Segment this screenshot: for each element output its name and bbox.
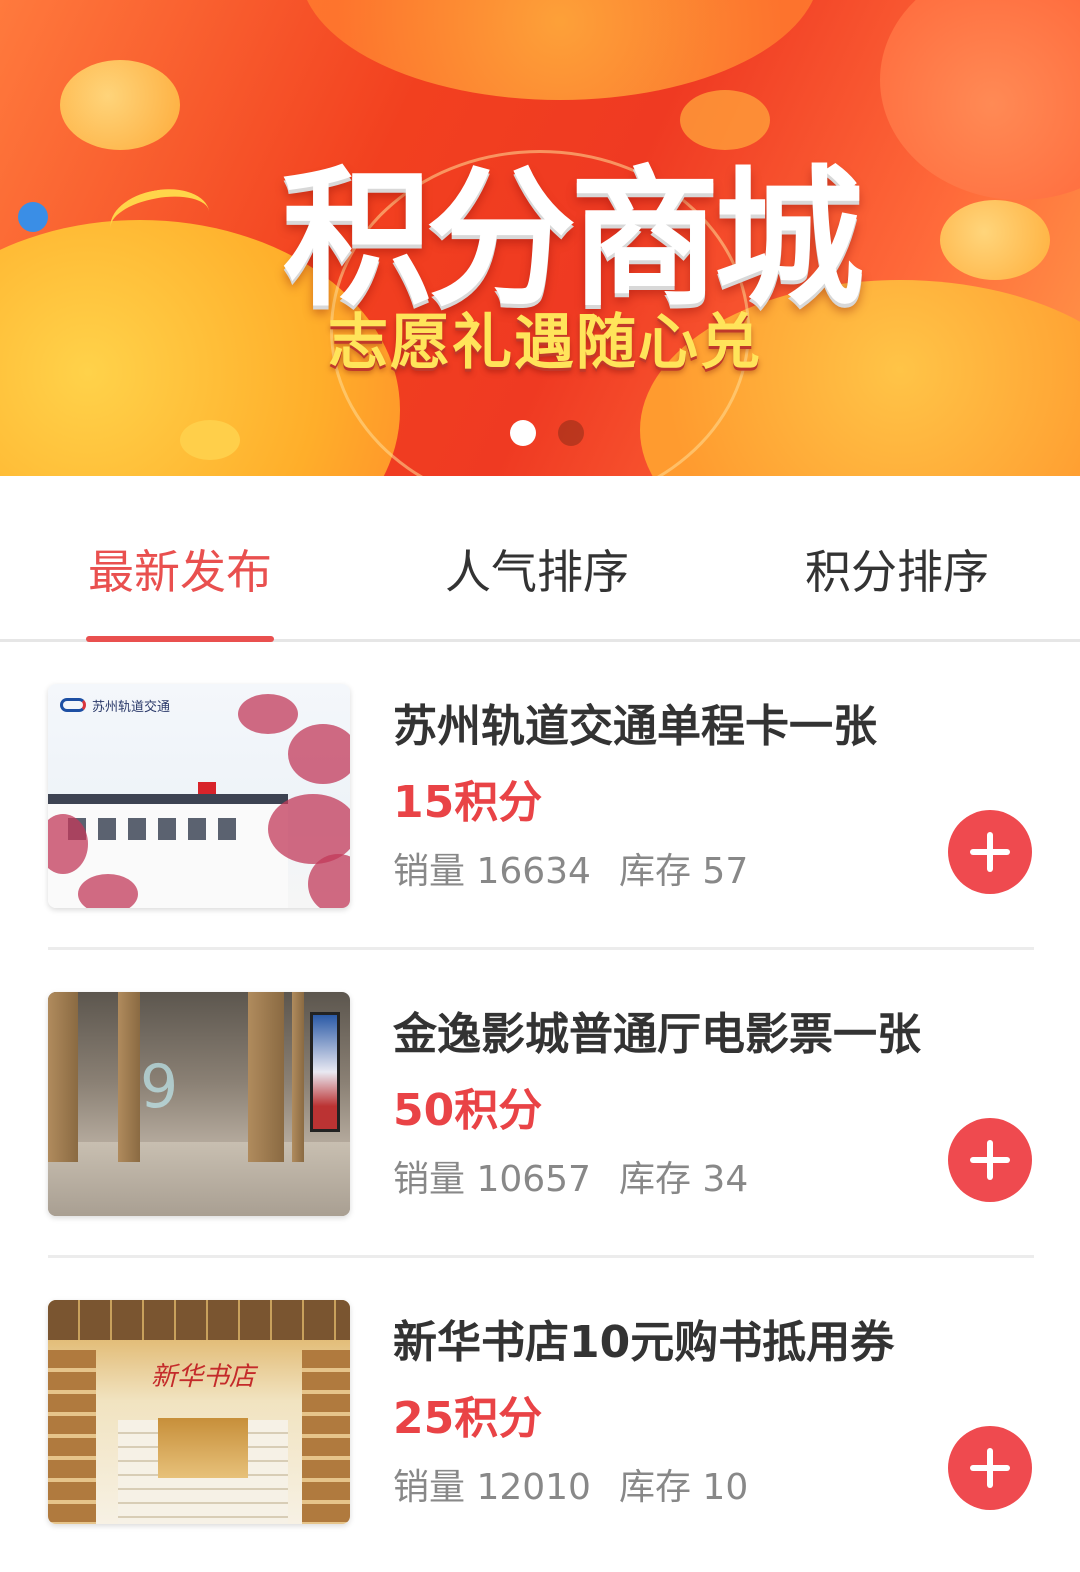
thumb-logo-text: 苏州轨道交通 bbox=[92, 700, 171, 715]
product-item[interactable]: 苏州轨道交通 苏州轨道交通单程卡一张 15积分 销量 16634 库存 57 bbox=[0, 642, 1080, 950]
carousel-indicator bbox=[0, 420, 1080, 448]
product-image-bookstore: 新华书店 bbox=[48, 1300, 350, 1524]
plus-icon bbox=[987, 1448, 993, 1488]
carousel-dot-active[interactable] bbox=[510, 420, 536, 446]
poster-graphic bbox=[310, 1012, 340, 1132]
product-points: 50积分 bbox=[393, 1085, 543, 1136]
tab-points[interactable]: 积分排序 bbox=[805, 536, 989, 616]
floor-graphic bbox=[48, 1142, 350, 1216]
stock-count: 库存 34 bbox=[618, 1159, 749, 1200]
product-points: 15积分 bbox=[393, 777, 543, 828]
tab-popular[interactable]: 人气排序 bbox=[445, 536, 629, 616]
hall-number-graphic: 9 bbox=[140, 1052, 179, 1122]
sales-count: 销量 10657 bbox=[393, 1159, 591, 1200]
stock-count: 库存 57 bbox=[618, 851, 749, 892]
product-name[interactable]: 苏州轨道交通单程卡一张 bbox=[393, 690, 877, 754]
store-sign: 新华书店 bbox=[150, 1362, 255, 1392]
product-name[interactable]: 新华书店10元购书抵用券 bbox=[393, 1306, 894, 1370]
metro-logo-icon bbox=[60, 698, 86, 712]
sort-tabs: 最新发布 人气排序 积分排序 bbox=[0, 476, 1080, 642]
stock-count: 库存 10 bbox=[618, 1467, 749, 1508]
carousel-dot[interactable] bbox=[558, 420, 584, 446]
product-meta: 销量 10657 库存 34 bbox=[393, 1150, 776, 1202]
door-graphic bbox=[158, 1418, 248, 1478]
add-to-cart-button[interactable] bbox=[948, 1118, 1032, 1202]
sales-count: 销量 12010 bbox=[393, 1467, 591, 1508]
product-item[interactable]: 9 金逸影城普通厅电影票一张 50积分 销量 10657 库存 34 bbox=[0, 950, 1080, 1258]
sales-count: 销量 16634 bbox=[393, 851, 591, 892]
product-image-cinema: 9 bbox=[48, 992, 350, 1216]
plus-icon bbox=[987, 1140, 993, 1180]
ceiling-graphic bbox=[48, 1300, 350, 1340]
banner-decoration bbox=[300, 0, 820, 100]
product-points: 25积分 bbox=[393, 1393, 543, 1444]
tab-latest[interactable]: 最新发布 bbox=[88, 536, 272, 616]
banner-subtitle: 志愿礼遇随心兑 bbox=[328, 308, 762, 378]
product-meta: 销量 16634 库存 57 bbox=[393, 842, 776, 894]
promo-banner[interactable]: 积分商城 志愿礼遇随心兑 bbox=[0, 0, 1080, 476]
product-image-metro-card: 苏州轨道交通 bbox=[48, 684, 350, 908]
plus-icon bbox=[987, 832, 993, 872]
flag-icon bbox=[198, 782, 216, 794]
product-meta: 销量 12010 库存 10 bbox=[393, 1458, 776, 1510]
product-name[interactable]: 金逸影城普通厅电影票一张 bbox=[393, 998, 921, 1062]
add-to-cart-button[interactable] bbox=[948, 810, 1032, 894]
add-to-cart-button[interactable] bbox=[948, 1426, 1032, 1510]
product-item[interactable]: 新华书店 新华书店10元购书抵用券 25积分 销量 12010 库存 10 bbox=[0, 1258, 1080, 1566]
